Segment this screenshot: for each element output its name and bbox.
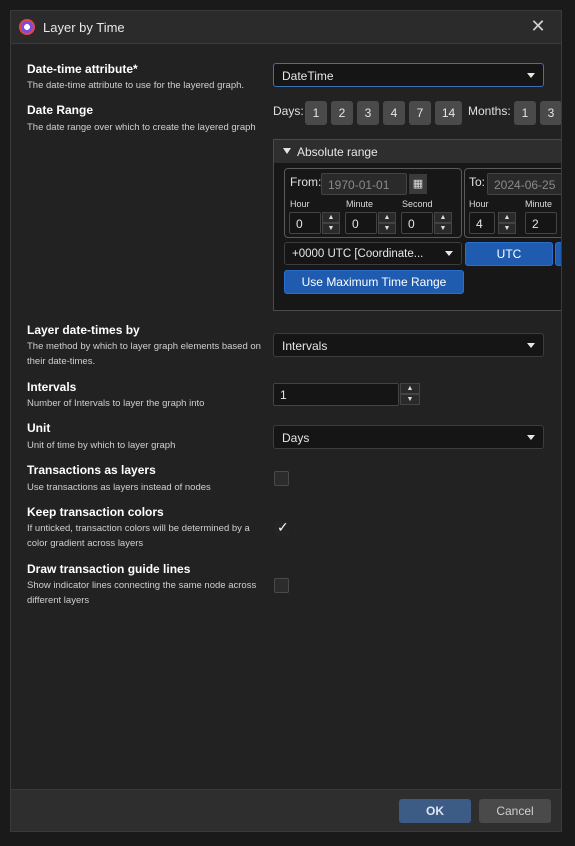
keep-colors-description-line2: color gradient across layers (27, 538, 144, 549)
from-minute-label: Minute (346, 199, 374, 209)
days-2-button[interactable]: 2 (331, 101, 353, 125)
from-minute-input[interactable]: 0 (345, 212, 377, 234)
unit-select[interactable]: Days (273, 425, 544, 449)
days-4-button[interactable]: 4 (383, 101, 405, 125)
transactions-as-layers-description: Use transactions as layers instead of no… (27, 482, 211, 493)
timezone-value: +0000 UTC [Coordinate... (292, 248, 424, 260)
from-hour-input[interactable]: 0 (289, 212, 321, 234)
guide-lines-label: Draw transaction guide lines (27, 562, 191, 576)
to-minute-label: Minute (525, 199, 553, 209)
intervals-label: Intervals (27, 380, 77, 394)
to-hour-stepper[interactable]: ▲ ▼ (498, 212, 516, 234)
months-label: Months: (468, 104, 511, 118)
to-minute-input[interactable]: 2 (525, 212, 557, 234)
to-hour-label: Hour (469, 199, 489, 209)
absolute-range-header[interactable]: Absolute range (274, 140, 561, 163)
from-date-field[interactable]: 1970-01-01 (321, 173, 407, 195)
from-label: From: (290, 175, 322, 189)
from-hour-stepper[interactable]: ▲ ▼ (322, 212, 340, 234)
guide-lines-description-line2: different layers (27, 595, 90, 606)
from-box: From: 1970-01-01 ▦ Hour Minute Second 0 … (284, 168, 462, 238)
intervals-description: Number of Intervals to layer the graph i… (27, 398, 205, 409)
collapse-triangle-icon (283, 148, 291, 154)
to-hour-input[interactable]: 4 (469, 212, 495, 234)
from-minute-stepper[interactable]: ▲ ▼ (378, 212, 396, 234)
datetime-attribute-description: The date-time attribute to use for the l… (27, 80, 245, 91)
to-date-field[interactable]: 2024-06-25 (487, 173, 561, 195)
layer-by-time-dialog: Layer by Time ✕ Date-time attribute* The… (10, 10, 562, 832)
to-label: To: (469, 175, 486, 189)
days-label: Days: (273, 104, 304, 118)
unit-description: Unit of time by which to layer graph (27, 440, 176, 451)
layer-by-description: The method by which to layer graph eleme… (27, 341, 261, 367)
days-7-button[interactable]: 7 (409, 101, 431, 125)
date-range-description: The date range over which to create the … (27, 122, 256, 133)
date-range-label: Date Range (27, 103, 94, 117)
keep-colors-label: Keep transaction colors (27, 505, 164, 519)
layer-by-label: Layer date-times by (27, 323, 140, 337)
from-hour-label: Hour (290, 199, 310, 209)
days-3-button[interactable]: 3 (357, 101, 379, 125)
intervals-stepper[interactable]: ▲ ▼ (400, 383, 420, 405)
intervals-input[interactable]: 1 (273, 383, 399, 406)
days-14-button[interactable]: 14 (435, 101, 462, 125)
absolute-range-title: Absolute range (297, 145, 378, 159)
titlebar: Layer by Time ✕ (11, 11, 561, 44)
from-second-input[interactable]: 0 (401, 212, 433, 234)
chevron-down-icon (445, 251, 453, 256)
layer-by-select[interactable]: Intervals (273, 333, 544, 357)
cancel-button[interactable]: Cancel (479, 799, 551, 823)
use-maximum-time-range-button[interactable]: Use Maximum Time Range (284, 270, 464, 294)
ok-button[interactable]: OK (399, 799, 471, 823)
unit-label: Unit (27, 421, 51, 435)
months-3-button[interactable]: 3 (540, 101, 561, 125)
datetime-attribute-select[interactable]: DateTime (273, 63, 544, 87)
months-1-button[interactable]: 1 (514, 101, 536, 125)
datetime-attribute-label: Date-time attribute* (27, 62, 138, 76)
close-icon[interactable]: ✕ (529, 17, 547, 35)
dialog-content: Date-time attribute* The date-time attri… (11, 45, 561, 791)
dialog-footer: OK Cancel (11, 789, 561, 831)
timezone-extra-button[interactable] (555, 242, 561, 266)
chevron-down-icon (527, 343, 535, 348)
keep-colors-description-line1: If unticked, transaction colors will be … (27, 523, 250, 534)
chevron-down-icon (527, 73, 535, 78)
checkmark-icon: ✓ (277, 519, 289, 535)
chevron-down-icon (527, 435, 535, 440)
transactions-as-layers-label: Transactions as layers (27, 463, 156, 477)
utc-button[interactable]: UTC (465, 242, 553, 266)
calendar-icon[interactable]: ▦ (409, 174, 427, 194)
absolute-range-panel: Absolute range From: 1970-01-01 ▦ Hour M… (273, 139, 561, 311)
from-second-label: Second (402, 199, 433, 209)
app-logo-icon (19, 19, 35, 35)
days-1-button[interactable]: 1 (305, 101, 327, 125)
timezone-select[interactable]: +0000 UTC [Coordinate... (284, 242, 462, 265)
datetime-attribute-value: DateTime (282, 69, 334, 83)
window-title: Layer by Time (43, 20, 125, 35)
unit-value: Days (282, 431, 310, 445)
to-box: To: 2024-06-25 Hour Minute 4 ▲ ▼ 2 (464, 168, 561, 238)
keep-colors-checkbox[interactable]: ✓ (274, 519, 289, 536)
transactions-as-layers-checkbox[interactable] (274, 471, 289, 486)
from-second-stepper[interactable]: ▲ ▼ (434, 212, 452, 234)
guide-lines-description-line1: Show indicator lines connecting the same… (27, 580, 257, 591)
guide-lines-checkbox[interactable] (274, 578, 289, 593)
layer-by-value: Intervals (282, 339, 328, 353)
